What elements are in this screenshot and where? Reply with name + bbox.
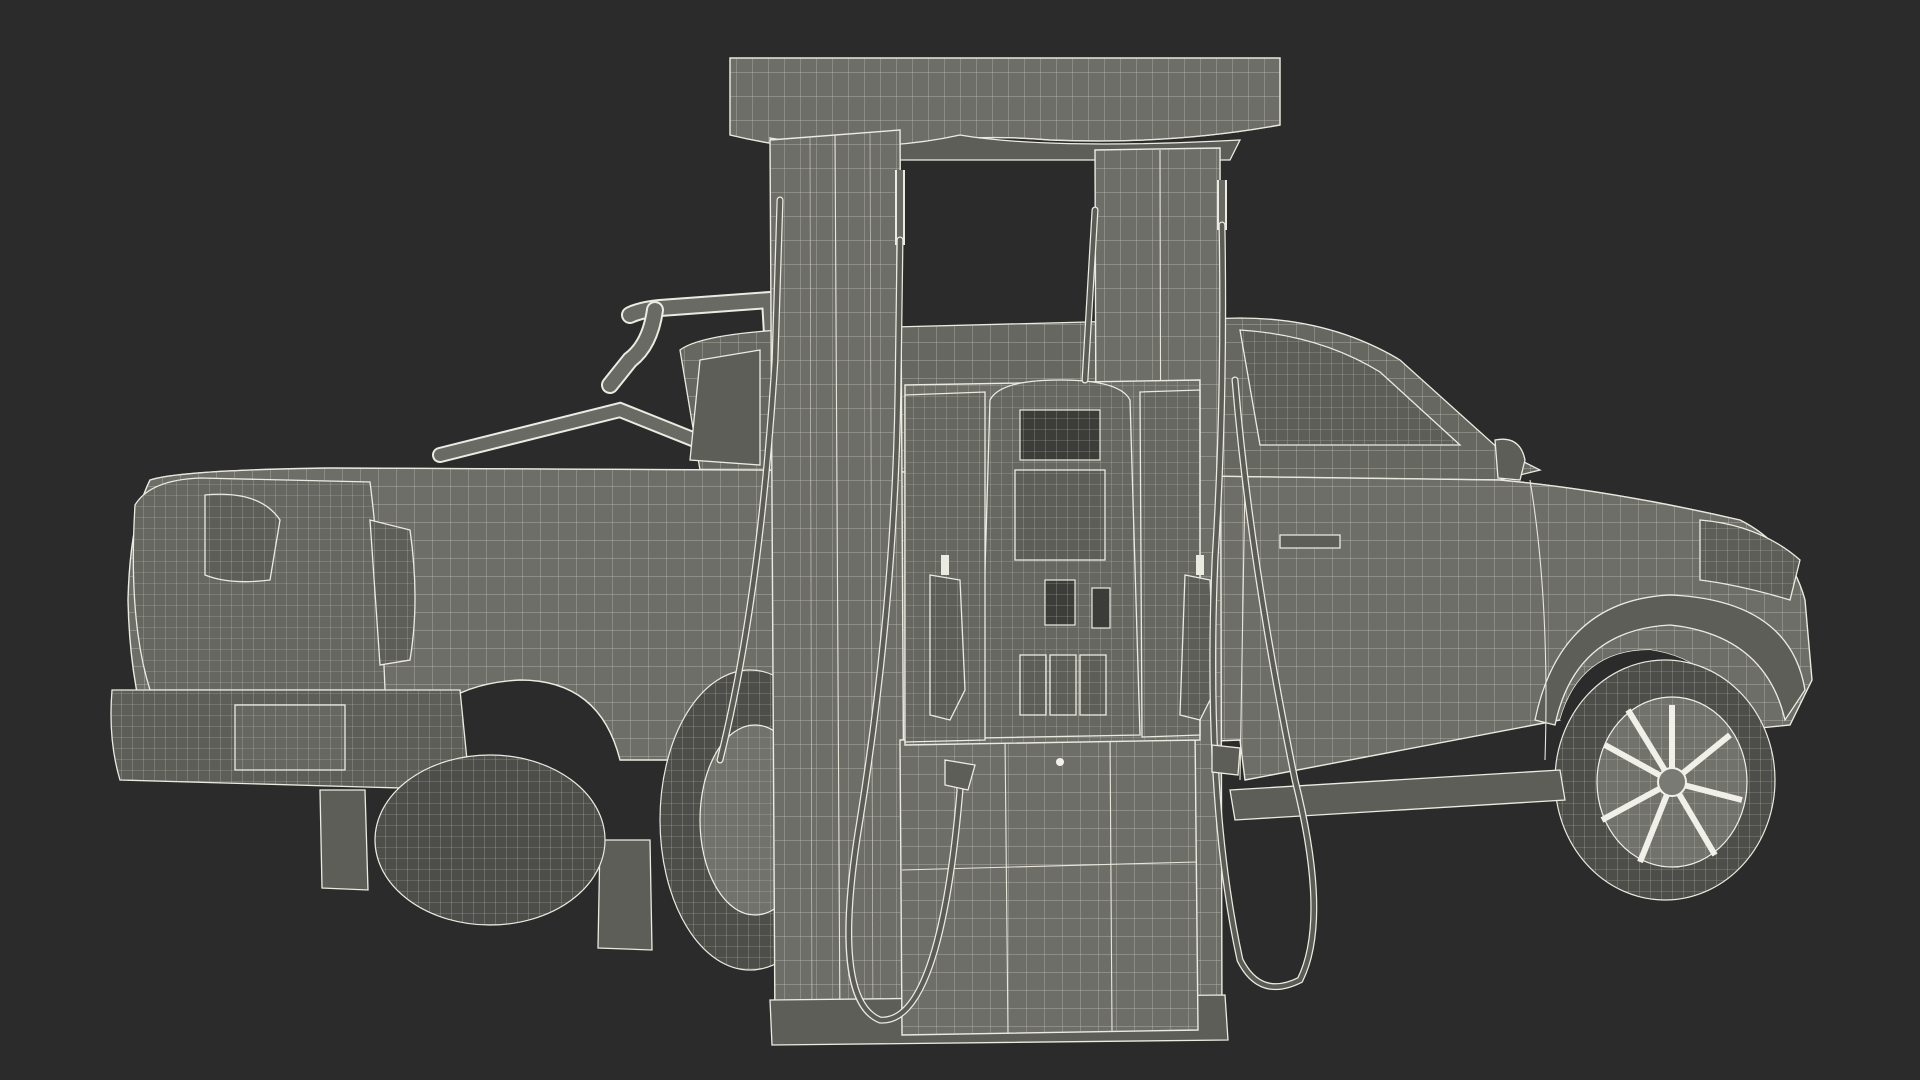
- wireframe-render-canvas: [0, 0, 1920, 1080]
- truck-rear-wheel: [374, 754, 606, 926]
- wireframe-render-svg: [110, 57, 1813, 1046]
- truck-door-handle: [1279, 534, 1341, 549]
- truck-mud-flap-left: [319, 789, 369, 891]
- truck-running-board: [1229, 769, 1566, 821]
- fuel-nozzle-left[interactable]: [929, 555, 966, 721]
- truck-mud-flap-right: [597, 839, 653, 951]
- fuel-pump-grade-buttons: [1019, 654, 1107, 716]
- fuel-pump-lock: [1056, 758, 1064, 766]
- fuel-nozzle-right-lower[interactable]: [1211, 744, 1241, 776]
- fuel-pump-card-reader[interactable]: [1091, 587, 1111, 629]
- truck-rear-window: [689, 349, 761, 466]
- truck-side-mirror: [1494, 438, 1526, 481]
